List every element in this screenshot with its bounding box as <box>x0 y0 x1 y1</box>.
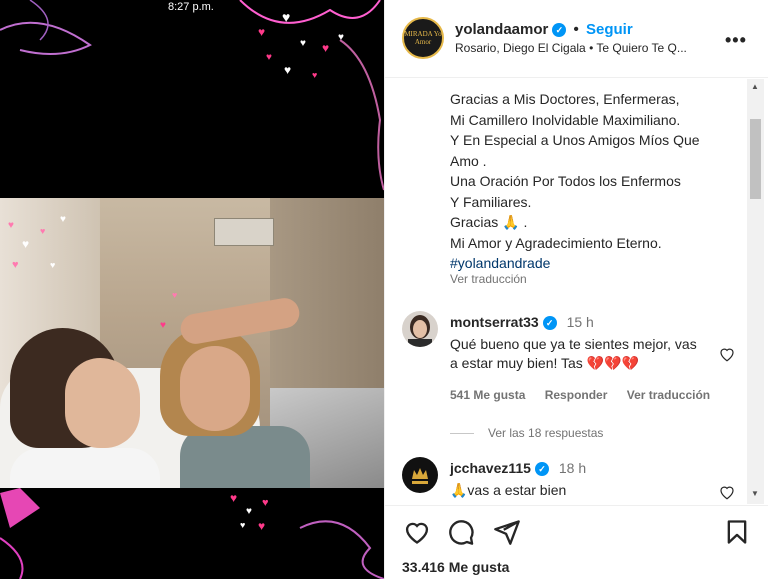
svg-text:♥: ♥ <box>282 9 290 25</box>
comment-item: jcchavez115 ✓ 18 h 🙏vas a estar bien <box>402 457 752 504</box>
caption-hashtag[interactable]: #yolandandrade <box>450 253 750 274</box>
author-username-row: yolandaamor ✓ • Seguir <box>455 21 633 38</box>
comment-reply-button[interactable]: Responder <box>545 388 608 402</box>
svg-text:♥: ♥ <box>60 214 66 225</box>
svg-text:♥: ♥ <box>258 519 265 533</box>
scroll-down-arrow[interactable]: ▼ <box>751 489 759 498</box>
view-replies-label: Ver las 18 respuestas <box>488 426 604 440</box>
caption-line: Y En Especial a Unos Amigos Míos Que <box>450 132 700 148</box>
replies-line <box>450 433 474 435</box>
svg-text:♥: ♥ <box>230 491 237 505</box>
post-actions-bar: 33.416 Me gusta <box>385 505 768 579</box>
post-media[interactable]: 8:27 p.m. ♥ ♥ ♥ ♥ ♥ ♥ ♥ ♥ ♥ ♥ ♥ ♥ ♥ ♥ ♥ … <box>0 0 384 579</box>
svg-text:♥: ♥ <box>266 52 272 63</box>
caption-line: Amo . <box>450 152 487 169</box>
svg-text:♥: ♥ <box>300 38 306 49</box>
comment-actions: 541 Me gusta Responder Ver traducción <box>450 388 726 402</box>
hospital-photo: ♥ ♥ ♥ ♥ ♥ ♥ ♥ ♥ <box>0 198 384 488</box>
author-avatar[interactable]: MIRADA Yo Amor <box>402 17 444 59</box>
scroll-thumb[interactable] <box>750 119 761 199</box>
comment-username[interactable]: jcchavez115 <box>450 460 531 476</box>
audio-track[interactable]: Rosario, Diego El Cigala • Te Quiero Te … <box>455 41 725 55</box>
caption-line: Gracias 🙏 . <box>450 214 528 230</box>
svg-text:♥: ♥ <box>322 41 329 55</box>
photo-hearts: ♥ ♥ ♥ ♥ ♥ ♥ ♥ ♥ <box>8 214 177 331</box>
post-caption: Gracias a Mis Doctores, Enfermeras, Mi C… <box>450 89 750 274</box>
svg-text:♥: ♥ <box>246 506 252 517</box>
verified-icon: ✓ <box>534 462 549 476</box>
scroll-up-arrow[interactable]: ▲ <box>751 82 759 91</box>
comment-username-row: montserrat33 ✓ 15 h <box>450 314 594 330</box>
bookmark-icon[interactable] <box>723 518 751 546</box>
comment-time[interactable]: 15 h <box>567 314 594 330</box>
comment-like-icon[interactable] <box>718 483 736 501</box>
share-icon[interactable] <box>493 518 521 546</box>
caption-line: Mi Amor y Agradecimiento Eterno. <box>450 234 662 251</box>
separator-dot: • <box>573 21 579 38</box>
svg-text:♥: ♥ <box>8 220 14 231</box>
avatar-image <box>402 311 438 347</box>
svg-text:♥: ♥ <box>258 25 265 39</box>
svg-text:♥: ♥ <box>172 290 177 300</box>
caption-line: Y Familiares. <box>450 193 532 210</box>
comment-username[interactable]: montserrat33 <box>450 314 539 330</box>
svg-text:♥: ♥ <box>240 520 245 530</box>
caption-line: Gracias a Mis Doctores, Enfermeras, <box>450 91 680 107</box>
comments-scroll-area[interactable]: Gracias a Mis Doctores, Enfermeras, Mi C… <box>385 79 768 504</box>
comment-like-icon[interactable] <box>718 345 736 363</box>
comment-username-row: jcchavez115 ✓ 18 h <box>450 460 586 476</box>
comment-time[interactable]: 18 h <box>559 460 586 476</box>
caption-line: Mi Camillero Inolvidable Maximiliano. <box>450 111 681 128</box>
caption-line: Una Oración Por Todos los Enfermos <box>450 173 681 189</box>
comment-icon[interactable] <box>447 518 475 546</box>
decorative-doodles-top: ♥ ♥ ♥ ♥ ♥ ♥ ♥ ♥ <box>0 0 384 191</box>
svg-text:♥: ♥ <box>50 260 55 270</box>
post-panel: MIRADA Yo Amor yolandaamor ✓ • Seguir Ros… <box>384 0 768 579</box>
comment-translate-button[interactable]: Ver traducción <box>627 388 710 402</box>
svg-text:♥: ♥ <box>338 32 344 43</box>
comment-text: Qué bueno que ya te sientes mejor, vas a… <box>450 336 697 371</box>
svg-text:♥: ♥ <box>262 497 269 509</box>
comment-text: 🙏vas a estar bien <box>450 482 567 498</box>
more-icon[interactable]: ••• <box>725 30 747 51</box>
avatar-image <box>402 457 438 493</box>
svg-text:♥: ♥ <box>40 226 45 236</box>
decorative-doodles-bottom: ♥ ♥ ♥ ♥ ♥ <box>0 488 384 579</box>
follow-button[interactable]: Seguir <box>586 21 633 38</box>
caption-see-translation[interactable]: Ver traducción <box>450 272 527 286</box>
svg-text:♥: ♥ <box>22 237 29 251</box>
comment-item: montserrat33 ✓ 15 h Qué bueno que ya te s… <box>402 311 752 441</box>
post-header: MIRADA Yo Amor yolandaamor ✓ • Seguir Ros… <box>385 0 768 78</box>
svg-text:♥: ♥ <box>284 63 291 77</box>
svg-text:♥: ♥ <box>12 259 19 271</box>
svg-text:♥: ♥ <box>160 320 166 331</box>
post-likes-count[interactable]: 33.416 Me gusta <box>402 559 509 575</box>
view-replies-button[interactable]: Ver las 18 respuestas <box>450 426 603 440</box>
commenter-avatar[interactable] <box>402 311 438 347</box>
svg-text:♥: ♥ <box>312 70 317 80</box>
verified-icon: ✓ <box>542 316 557 330</box>
comment-likes[interactable]: 541 Me gusta <box>450 388 525 402</box>
verified-icon: ✓ <box>552 23 567 37</box>
commenter-avatar[interactable] <box>402 457 438 493</box>
heart-icon[interactable] <box>403 518 431 546</box>
comments-scrollbar[interactable]: ▲ ▼ <box>747 79 764 504</box>
author-username[interactable]: yolandaamor <box>455 21 548 38</box>
